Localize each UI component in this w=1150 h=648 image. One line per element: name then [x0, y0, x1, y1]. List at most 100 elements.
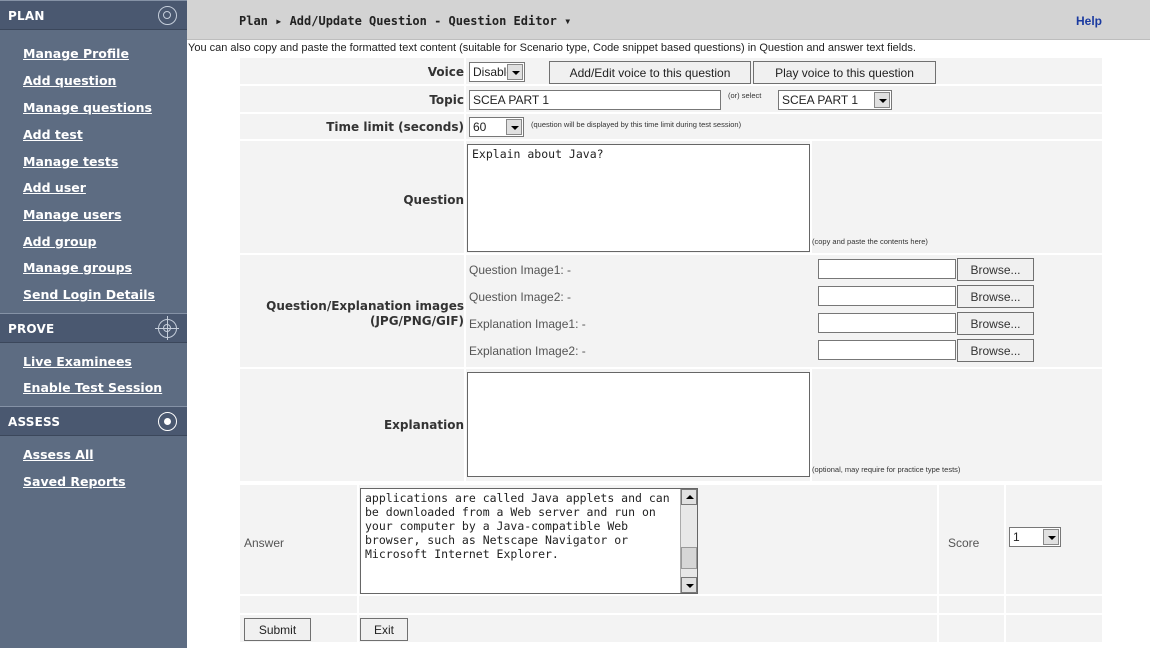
question-hint: (copy and paste the contents here)	[812, 237, 928, 246]
topic-select[interactable]: SCEA PART 1	[778, 90, 892, 110]
question-image2-path[interactable]	[818, 286, 956, 306]
topic-row: Topic SCEA PART 1 (or) select SCEA PART …	[240, 86, 1102, 113]
question-label: Question	[403, 193, 464, 207]
target-ring-icon	[158, 6, 177, 25]
score-label: Score	[948, 536, 980, 550]
answer-textarea[interactable]: applications are called Java applets and…	[360, 488, 698, 594]
voice-label: Voice	[427, 65, 464, 79]
help-link[interactable]: Help	[1076, 14, 1102, 28]
crosshair-icon	[155, 316, 179, 340]
exit-button[interactable]: Exit	[360, 618, 408, 641]
row-divider	[357, 615, 359, 642]
sidebar: PLAN Manage Profile Add question Manage …	[0, 0, 187, 648]
row-divider	[937, 615, 939, 642]
question-image1-path[interactable]	[818, 259, 956, 279]
nav-manage-tests[interactable]: Manage tests	[23, 154, 118, 169]
nav-add-question[interactable]: Add question	[23, 73, 116, 88]
breadcrumb[interactable]: Plan ▸ Add/Update Question - Question Ed…	[239, 14, 571, 28]
or-select-label: (or) select	[728, 91, 762, 100]
answer-scrollbar[interactable]	[680, 489, 697, 593]
assess-section-header[interactable]: ASSESS	[0, 406, 187, 436]
plan-section-title: PLAN	[8, 9, 45, 23]
explanation-textarea[interactable]	[467, 372, 810, 477]
question-textarea[interactable]: Explain about Java?	[467, 144, 810, 252]
explanation-image2-path[interactable]	[818, 340, 956, 360]
add-edit-voice-button[interactable]: Add/Edit voice to this question	[549, 61, 751, 84]
row-divider	[937, 485, 939, 594]
prove-section-title: PROVE	[8, 322, 55, 336]
question-image1-browse-button[interactable]: Browse...	[957, 258, 1034, 281]
row-divider	[464, 369, 466, 481]
time-limit-label: Time limit (seconds)	[326, 120, 464, 134]
score-select[interactable]: 1	[1009, 527, 1061, 547]
explanation-image1-browse-button[interactable]: Browse...	[957, 312, 1034, 335]
nav-add-user[interactable]: Add user	[23, 180, 86, 195]
submit-button[interactable]: Submit	[244, 618, 311, 641]
nav-add-test[interactable]: Add test	[23, 127, 83, 142]
row-divider	[1004, 485, 1006, 594]
nav-saved-reports[interactable]: Saved Reports	[23, 474, 126, 489]
spacer-row	[240, 596, 1102, 614]
nav-manage-groups[interactable]: Manage groups	[23, 260, 132, 275]
chevron-down-icon[interactable]	[874, 92, 890, 108]
row-divider	[937, 596, 939, 613]
explanation-image2-label: Explanation Image2: -	[469, 344, 586, 358]
answer-label: Answer	[244, 536, 285, 550]
voice-select[interactable]: Disable	[469, 62, 525, 82]
chevron-down-icon[interactable]	[506, 119, 522, 135]
chevron-down-icon[interactable]	[1043, 529, 1059, 545]
chevron-down-icon[interactable]	[507, 64, 523, 80]
nav-send-login-details[interactable]: Send Login Details	[23, 287, 155, 302]
time-limit-hint: (question will be displayed by this time…	[531, 120, 742, 129]
question-row: Question Explain about Java? (copy and p…	[240, 141, 1102, 254]
row-divider	[1004, 596, 1006, 613]
question-image1-label: Question Image1: -	[469, 263, 572, 277]
explanation-image1-label: Explanation Image1: -	[469, 317, 586, 331]
topic-select-value: SCEA PART 1	[782, 93, 859, 107]
nav-manage-profile[interactable]: Manage Profile	[23, 46, 129, 61]
question-image2-label: Question Image2: -	[469, 290, 572, 304]
play-voice-button[interactable]: Play voice to this question	[753, 61, 936, 84]
nav-enable-test-session[interactable]: Enable Test Session	[23, 380, 162, 395]
time-limit-select[interactable]: 60	[469, 117, 524, 137]
prove-section-header[interactable]: PROVE	[0, 313, 187, 343]
scroll-thumb[interactable]	[681, 547, 697, 569]
explanation-row: Explanation (optional, may require for p…	[240, 369, 1102, 482]
nav-manage-users[interactable]: Manage users	[23, 207, 121, 222]
scroll-down-icon[interactable]	[681, 577, 697, 593]
explanation-hint: (optional, may require for practice type…	[812, 465, 961, 474]
images-row: Question/Explanation images (JPG/PNG/GIF…	[240, 255, 1102, 368]
topic-label: Topic	[429, 93, 464, 107]
row-divider	[357, 596, 359, 613]
score-select-value: 1	[1013, 530, 1020, 544]
nav-manage-questions[interactable]: Manage questions	[23, 100, 152, 115]
row-divider	[464, 86, 466, 112]
explanation-image1-path[interactable]	[818, 313, 956, 333]
explanation-label: Explanation	[383, 418, 464, 432]
row-divider	[464, 141, 466, 253]
row-divider	[464, 255, 466, 367]
time-limit-select-value: 60	[473, 120, 487, 134]
row-divider	[357, 485, 359, 594]
answer-row: Answer applications are called Java appl…	[240, 485, 1102, 595]
images-label: Question/Explanation images	[266, 299, 464, 313]
copy-paste-note: You can also copy and paste the formatte…	[188, 42, 916, 54]
nav-add-group[interactable]: Add group	[23, 234, 96, 249]
actions-row: Submit Exit	[240, 615, 1102, 643]
assess-section-title: ASSESS	[8, 415, 61, 429]
row-divider	[1004, 615, 1006, 642]
nav-live-examinees[interactable]: Live Examinees	[23, 354, 132, 369]
top-bar: Plan ▸ Add/Update Question - Question Ed…	[187, 0, 1150, 40]
time-limit-row: Time limit (seconds) 60 (question will b…	[240, 114, 1102, 140]
topic-input[interactable]: SCEA PART 1	[469, 90, 721, 110]
target-icon	[158, 412, 177, 431]
scroll-up-icon[interactable]	[681, 489, 697, 505]
voice-row: Voice Disable Add/Edit voice to this que…	[240, 58, 1102, 85]
question-image2-browse-button[interactable]: Browse...	[957, 285, 1034, 308]
plan-section-header[interactable]: PLAN	[0, 0, 187, 30]
explanation-image2-browse-button[interactable]: Browse...	[957, 339, 1034, 362]
images-formats-label: (JPG/PNG/GIF)	[369, 314, 464, 328]
row-divider	[464, 114, 466, 139]
nav-assess-all[interactable]: Assess All	[23, 447, 94, 462]
row-divider	[464, 58, 466, 84]
